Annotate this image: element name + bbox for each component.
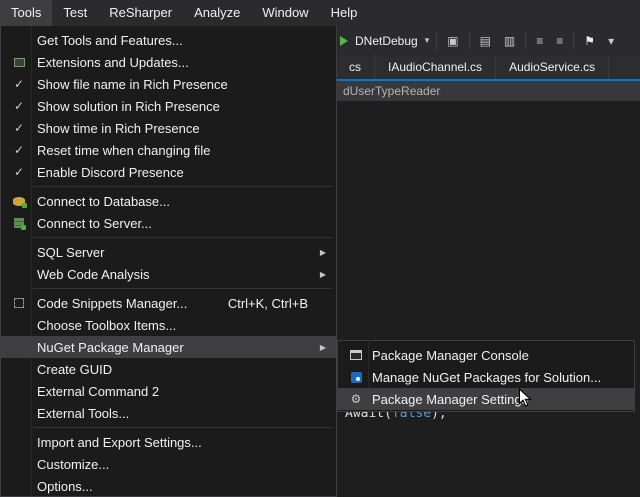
submenu-item-package-manager-console[interactable]: Package Manager Console (338, 344, 634, 366)
menu-item-shortcut: Ctrl+K, Ctrl+B (228, 296, 308, 311)
toolbar-separator (436, 32, 437, 50)
menubar-item-window[interactable]: Window (251, 0, 319, 26)
menu-item-show-file-name-in-rich-presence[interactable]: ✓ Show file name in Rich Presence (1, 73, 336, 95)
window-right-icon[interactable]: ▥ (501, 32, 518, 50)
gear-icon: ⚙ (345, 388, 367, 410)
member-dropdown-label: dUserTypeReader (343, 84, 440, 98)
extensions-icon (8, 51, 30, 73)
database-icon (8, 190, 30, 212)
check-icon: ✓ (8, 117, 30, 139)
menu-item-label: Manage NuGet Packages for Solution... (372, 370, 601, 385)
menu-separator (33, 237, 332, 238)
snippets-icon (8, 292, 30, 314)
tab-iaudiochannel[interactable]: IAudioChannel.cs (375, 55, 496, 79)
toolbar-overflow-icon[interactable]: ▾ (605, 32, 617, 50)
menu-item-choose-toolbox-items[interactable]: Choose Toolbox Items... (1, 314, 336, 336)
menubar-item-resharper[interactable]: ReSharper (98, 0, 183, 26)
menu-item-external-tools[interactable]: External Tools... (1, 402, 336, 424)
submenu-item-manage-nuget-packages-for-solution[interactable]: Manage NuGet Packages for Solution... (338, 366, 634, 388)
menu-item-label: Choose Toolbox Items... (37, 318, 176, 333)
mouse-cursor (518, 388, 532, 408)
menu-item-label: Connect to Server... (37, 216, 152, 231)
check-icon: ✓ (8, 95, 30, 117)
menu-item-label: Show file name in Rich Presence (37, 77, 228, 92)
menu-item-label: Connect to Database... (37, 194, 170, 209)
toolbar-separator (469, 32, 470, 50)
check-icon: ✓ (8, 161, 30, 183)
submenu-arrow-icon: ▶ (320, 343, 326, 352)
menu-item-connect-to-database[interactable]: Connect to Database... (1, 190, 336, 212)
tab-audioservice[interactable]: AudioService.cs (496, 55, 609, 79)
menu-item-sql-server[interactable]: SQL Server ▶ (1, 241, 336, 263)
submenu-item-package-manager-settings[interactable]: ⚙ Package Manager Settings (338, 388, 634, 410)
menu-item-reset-time-when-changing-file[interactable]: ✓ Reset time when changing file (1, 139, 336, 161)
menu-bar: Tools Test ReSharper Analyze Window Help (0, 0, 640, 26)
menu-item-show-time-in-rich-presence[interactable]: ✓ Show time in Rich Presence (1, 117, 336, 139)
menu-item-external-command-2[interactable]: External Command 2 (1, 380, 336, 402)
menu-item-label: Reset time when changing file (37, 143, 210, 158)
nuget-package-manager-submenu: Package Manager Console Manage NuGet Pac… (337, 340, 635, 412)
toolbar-separator (525, 32, 526, 50)
menu-item-extensions-and-updates[interactable]: Extensions and Updates... (1, 51, 336, 73)
menu-item-code-snippets-manager[interactable]: Code Snippets Manager... Ctrl+K, Ctrl+B (1, 292, 336, 314)
menu-item-label: Extensions and Updates... (37, 55, 189, 70)
menu-item-customize[interactable]: Customize... (1, 453, 336, 475)
debug-windows-icon[interactable]: ▣ (444, 32, 461, 50)
menu-item-import-and-export-settings[interactable]: Import and Export Settings... (1, 431, 336, 453)
menu-item-label: Web Code Analysis (37, 267, 150, 282)
nuget-icon (345, 366, 367, 388)
tools-menu: Get Tools and Features... Extensions and… (0, 26, 337, 497)
document-tab-strip: cs IAudioChannel.cs AudioService.cs (336, 55, 640, 81)
line-numbers-icon[interactable]: ≡ (553, 32, 566, 50)
debug-target-dropdown[interactable]: DNetDebug (355, 34, 418, 48)
menu-item-show-solution-in-rich-presence[interactable]: ✓ Show solution in Rich Presence (1, 95, 336, 117)
check-icon: ✓ (8, 139, 30, 161)
menu-item-label: Show solution in Rich Presence (37, 99, 220, 114)
menu-item-label: SQL Server (37, 245, 104, 260)
chevron-down-icon[interactable]: ▾ (425, 35, 430, 46)
navigation-bar[interactable]: dUserTypeReader (336, 81, 640, 101)
menu-item-label: NuGet Package Manager (37, 340, 184, 355)
menu-item-get-tools-and-features[interactable]: Get Tools and Features... (1, 29, 336, 51)
menu-item-connect-to-server[interactable]: Connect to Server... (1, 212, 336, 234)
menubar-item-analyze[interactable]: Analyze (183, 0, 251, 26)
toolbar-separator (573, 32, 574, 50)
submenu-arrow-icon: ▶ (320, 270, 326, 279)
menu-item-label: Show time in Rich Presence (37, 121, 200, 136)
menu-separator (33, 186, 332, 187)
menu-item-create-guid[interactable]: Create GUID (1, 358, 336, 380)
menu-item-label: Enable Discord Presence (37, 165, 184, 180)
start-debug-icon[interactable] (340, 36, 348, 46)
check-icon: ✓ (8, 73, 30, 95)
menu-item-label: Package Manager Settings (372, 392, 528, 407)
bookmark-icon[interactable]: ⚑ (581, 32, 598, 50)
menu-item-label: External Tools... (37, 406, 129, 421)
menu-separator (33, 288, 332, 289)
menu-item-web-code-analysis[interactable]: Web Code Analysis ▶ (1, 263, 336, 285)
menu-item-nuget-package-manager[interactable]: NuGet Package Manager ▶ (1, 336, 336, 358)
menu-separator (33, 427, 332, 428)
window-left-icon[interactable]: ▤ (477, 32, 494, 50)
menu-item-label: Get Tools and Features... (37, 33, 183, 48)
standard-toolbar: DNetDebug ▾ ▣ ▤ ▥ ≡ ≡ ⚑ ▾ (336, 26, 640, 55)
menu-item-enable-discord-presence[interactable]: ✓ Enable Discord Presence (1, 161, 336, 183)
menu-item-label: Options... (37, 479, 93, 494)
visual-studio-window: Tools Test ReSharper Analyze Window Help… (0, 0, 640, 497)
menu-item-label: Code Snippets Manager... (37, 296, 187, 311)
menu-item-label: External Command 2 (37, 384, 159, 399)
menu-item-label: Package Manager Console (372, 348, 529, 363)
server-icon (8, 212, 30, 234)
menu-item-options[interactable]: Options... (1, 475, 336, 497)
console-icon (345, 344, 367, 366)
indent-guides-icon[interactable]: ≡ (533, 32, 546, 50)
tab-partial[interactable]: cs (336, 55, 375, 79)
menu-item-label: Import and Export Settings... (37, 435, 202, 450)
menu-item-label: Create GUID (37, 362, 112, 377)
menubar-item-test[interactable]: Test (52, 0, 98, 26)
menubar-item-tools[interactable]: Tools (0, 0, 52, 26)
menubar-item-help[interactable]: Help (320, 0, 369, 26)
submenu-arrow-icon: ▶ (320, 248, 326, 257)
menu-item-label: Customize... (37, 457, 109, 472)
